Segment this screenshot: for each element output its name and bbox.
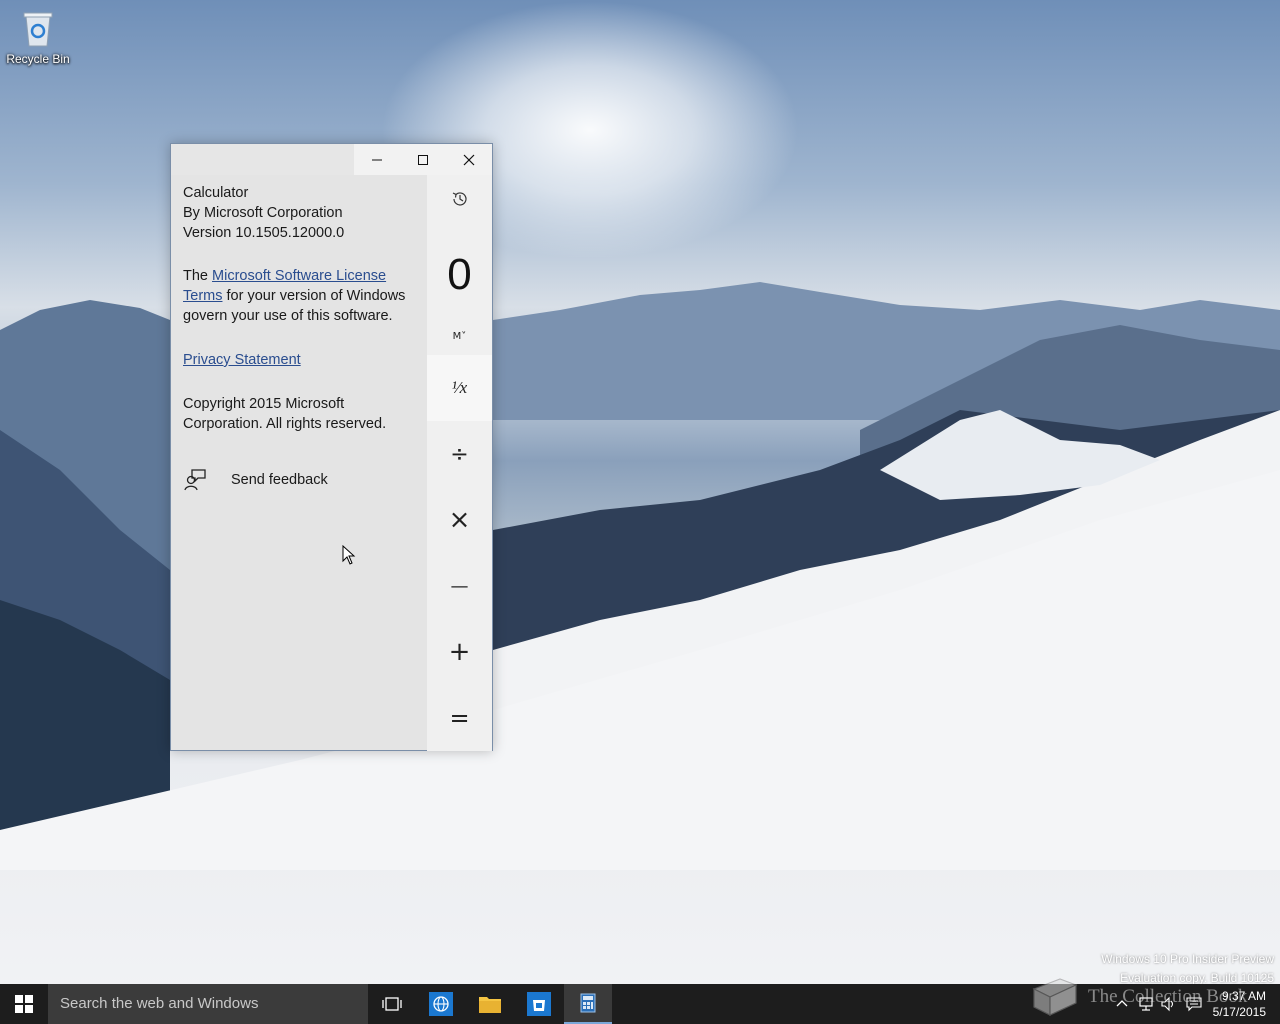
privacy: Privacy Statement [183,350,301,370]
subtract-button[interactable]: — [427,553,492,619]
task-view-button[interactable] [368,984,416,1024]
app-name: Calculator [183,185,249,201]
add-button[interactable]: + [427,619,492,685]
title-bar[interactable] [171,144,492,175]
calculator-icon [580,993,596,1013]
folder-icon [479,997,501,1013]
search-box[interactable]: Search the web and Windows [48,984,368,1024]
copyright-line-2: Corporation. All rights reserved. [183,416,387,432]
send-feedback-button[interactable]: Send feedback [183,468,328,492]
memory-button[interactable]: M˅ [427,327,492,345]
equals-button[interactable]: = [427,685,492,751]
publisher: By Microsoft Corporation [183,205,343,221]
result-display: 0 [447,250,472,299]
version: Version 10.1505.12000.0 [183,225,345,241]
license-suffix: for your version of Windows [222,288,406,304]
privacy-statement-link[interactable]: Privacy Statement [183,352,301,368]
book-logo-icon [1032,978,1078,1016]
minimize-button[interactable] [354,144,400,175]
watermark-brand: The Collection Book [1030,975,1247,1019]
copyright: Copyright 2015 Microsoft Corporation. Al… [183,394,386,434]
calculator-strip: 0 M˅ ¹⁄x ÷ × — + = [427,175,492,751]
task-view-icon [382,997,402,1011]
license-terms-link-2[interactable]: Terms [183,288,222,304]
license-prefix: The [183,268,213,284]
recycle-bin-icon [23,12,53,47]
desktop-icon-label: Recycle Bin [6,52,70,66]
close-button[interactable] [446,144,492,175]
maximize-icon [418,154,428,165]
feedback-icon [184,469,206,491]
multiply-button[interactable]: × [427,487,492,553]
close-icon [463,154,475,165]
about-panel: Calculator By Microsoft Corporation Vers… [171,175,427,750]
globe-icon [429,992,453,1016]
watermark-line-1: Windows 10 Pro Insider Preview [1101,952,1274,966]
history-icon [452,192,467,206]
calculator-window: Calculator By Microsoft Corporation Vers… [170,143,493,751]
taskbar-browser[interactable] [417,984,465,1024]
windows-logo-icon [15,995,33,1013]
divide-button[interactable]: ÷ [427,421,492,487]
license-text: The Microsoft Software License Terms for… [183,266,419,326]
mouse-cursor-icon [342,545,356,565]
reciprocal-button[interactable]: ¹⁄x [427,355,492,421]
brand-text: The Collection Book [1088,986,1248,1007]
app-info: Calculator By Microsoft Corporation Vers… [183,183,344,243]
window-controls [354,144,492,175]
start-button[interactable] [0,984,48,1024]
taskbar-store[interactable] [515,984,563,1024]
history-button[interactable] [427,187,492,211]
taskbar-calculator[interactable] [564,984,612,1024]
minimize-icon [372,159,382,160]
send-feedback-label: Send feedback [231,472,328,488]
license-suffix-2: govern your use of this software. [183,308,393,324]
license-terms-link[interactable]: Microsoft Software License [212,268,386,284]
desktop-icon-recycle-bin[interactable]: Recycle Bin [6,8,70,66]
taskbar-file-explorer[interactable] [466,984,514,1024]
copyright-line-1: Copyright 2015 Microsoft [183,396,345,412]
store-icon [527,992,551,1016]
maximize-button[interactable] [400,144,446,175]
